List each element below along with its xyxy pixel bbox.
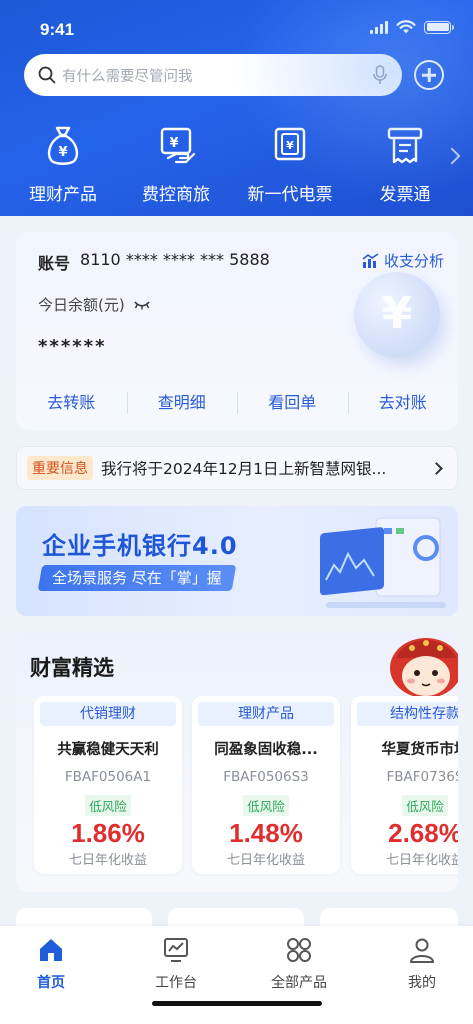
dashboard-illustration-icon	[320, 517, 446, 608]
chevron-right-icon	[430, 461, 443, 475]
transfer-button[interactable]: 去转账	[16, 386, 127, 420]
status-icons	[370, 20, 454, 34]
product-name: 华夏货币市场	[381, 742, 459, 758]
wifi-icon	[396, 20, 416, 34]
product-code: FBAF0506S3	[223, 769, 309, 785]
home-indicator	[152, 1001, 322, 1006]
coin-illustration-icon: ¥	[354, 272, 440, 358]
svg-text:¥: ¥	[286, 139, 294, 152]
signal-icon	[370, 20, 388, 34]
quick-item-wealth-products[interactable]: ¥ 理财产品	[8, 124, 118, 205]
tab-label: 我的	[408, 975, 436, 991]
eye-closed-icon[interactable]	[133, 300, 151, 310]
product-card[interactable]: 理财产品 同盈象固收稳... FBAF0506S3 低风险 1.48% 七日年化…	[192, 696, 340, 874]
risk-badge: 低风险	[402, 795, 448, 816]
rate-label: 七日年化收益	[68, 853, 147, 868]
microphone-icon[interactable]	[372, 65, 388, 85]
quick-item-label: 费控商旅	[142, 185, 210, 205]
tab-label: 首页	[37, 975, 65, 991]
bill-icon: ¥	[274, 127, 306, 161]
risk-badge: 低风险	[85, 795, 131, 816]
rate-label: 七日年化收益	[385, 853, 458, 868]
expense-hand-icon: ¥	[160, 127, 196, 164]
product-code: FBAF0736S	[386, 769, 458, 785]
account-actions: 去转账 查明细 看回单 去对账	[16, 386, 458, 420]
header: 9:41 有什么需要尽管问我 ¥ 理财产品 ¥ 费控商旅 ¥ 新一代电票 发票通	[0, 0, 473, 216]
quick-item-expense-travel[interactable]: ¥ 费控商旅	[121, 124, 231, 205]
risk-badge: 低风险	[243, 795, 289, 816]
income-analysis-link[interactable]: 收支分析	[362, 250, 444, 271]
tab-profile[interactable]: 我的	[363, 936, 473, 992]
add-button[interactable]	[414, 60, 444, 90]
status-bar: 9:41	[0, 0, 473, 52]
balance-label: 今日余额(元)	[38, 296, 125, 314]
all-products-icon	[287, 938, 311, 962]
product-code: FBAF0506A1	[64, 769, 152, 785]
details-button[interactable]: 查明细	[126, 386, 238, 420]
search-input[interactable]: 有什么需要尽管问我	[62, 65, 372, 86]
chevron-right-icon[interactable]	[443, 147, 461, 165]
product-card[interactable]: 代销理财 共赢稳健天天利 FBAF0506A1 低风险 1.86% 七日年化收益	[34, 696, 182, 874]
quick-actions: ¥ 理财产品 ¥ 费控商旅 ¥ 新一代电票 发票通	[0, 124, 473, 205]
product-name: 共赢稳健天天利	[57, 742, 159, 758]
svg-text:¥: ¥	[58, 145, 67, 160]
workbench-icon	[164, 938, 188, 962]
banner-title: 企业手机银行4.0	[42, 532, 238, 560]
invoice-icon	[387, 127, 423, 164]
bar-chart-icon	[362, 252, 379, 268]
quick-item-label: 发票通	[379, 185, 431, 205]
tab-home[interactable]: 首页	[0, 936, 110, 992]
product-name: 同盈象固收稳...	[214, 742, 318, 758]
product-rate: 2.68%	[388, 818, 458, 848]
tab-workbench[interactable]: 工作台	[117, 936, 235, 992]
promo-banner[interactable]: 企业手机银行4.0 全场景服务 尽在「掌」握	[16, 506, 458, 616]
product-card[interactable]: 结构性存款 华夏货币市场 FBAF0736S 低风险 2.68% 七日年化收益	[351, 696, 458, 874]
wealth-section: 财富精选 代销理财 共赢稳健天天利 FBAF0506A1 低风险 1.86% 七…	[16, 632, 458, 892]
wealth-title: 财富精选	[30, 656, 114, 680]
search-bar[interactable]: 有什么需要尽管问我	[24, 54, 402, 96]
product-category: 理财产品	[198, 702, 334, 726]
receipt-button[interactable]: 看回单	[237, 386, 348, 420]
quick-item-label: 新一代电票	[247, 185, 333, 205]
battery-icon	[424, 20, 454, 34]
balance-value: ******	[38, 336, 107, 357]
notice-tag: 重要信息	[27, 456, 93, 480]
account-number-row: 账号 8110 **** **** *** 5888	[38, 250, 270, 274]
tab-label: 工作台	[155, 975, 197, 991]
status-time: 9:41	[40, 20, 75, 39]
analysis-label: 收支分析	[383, 252, 444, 270]
notice-text: 我行将于2024年12月1日上新智慧网银...	[101, 460, 387, 478]
product-category: 代销理财	[40, 702, 176, 726]
rate-label: 七日年化收益	[226, 853, 305, 868]
account-number: 8110 **** **** *** 5888	[80, 250, 270, 269]
reconcile-button[interactable]: 去对账	[347, 386, 459, 420]
account-card: ¥ 账号 8110 **** **** *** 5888 收支分析 今日余额(元…	[16, 232, 458, 430]
tab-all-products[interactable]: 全部产品	[240, 936, 358, 992]
product-category: 结构性存款	[357, 702, 458, 726]
banner-subtitle: 全场景服务 尽在「掌」握	[52, 569, 222, 587]
balance-label-row: 今日余额(元)	[38, 294, 151, 315]
mascot-icon	[390, 638, 458, 698]
account-label: 账号	[38, 254, 71, 273]
product-rate: 1.86%	[71, 818, 145, 848]
money-bag-icon: ¥	[47, 126, 79, 165]
notice-bar[interactable]: 重要信息 我行将于2024年12月1日上新智慧网银...	[16, 446, 458, 490]
quick-item-e-bill[interactable]: ¥ 新一代电票	[235, 124, 345, 205]
quick-item-invoice[interactable]: 发票通	[350, 124, 460, 205]
tab-label: 全部产品	[271, 975, 327, 991]
search-icon	[38, 66, 56, 84]
svg-text:¥: ¥	[169, 136, 178, 151]
banner-subtitle-badge: 全场景服务 尽在「掌」握	[37, 565, 237, 591]
home-icon	[40, 939, 62, 961]
product-rate: 1.48%	[229, 818, 303, 848]
profile-icon	[410, 938, 434, 963]
tab-bar: 首页 工作台 全部产品 我的	[0, 926, 473, 1024]
quick-item-label: 理财产品	[29, 185, 97, 205]
